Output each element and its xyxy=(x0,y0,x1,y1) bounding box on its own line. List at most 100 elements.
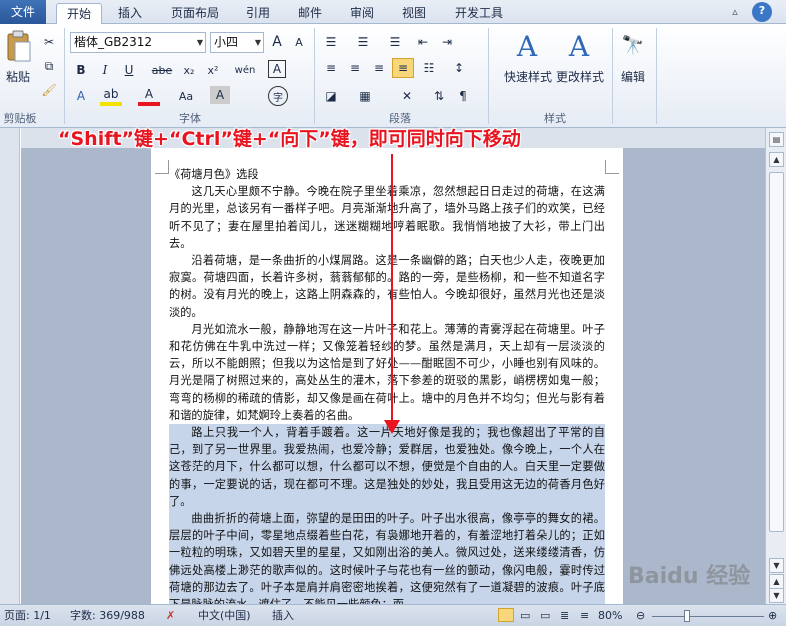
font-size-combo[interactable]: 小四 ▼ xyxy=(210,32,264,53)
change-case-button[interactable]: Aa xyxy=(172,86,200,106)
font-name-value: 楷体_GB2312 xyxy=(74,35,153,49)
distributed-icon[interactable]: ☷ xyxy=(418,58,440,78)
editing-button[interactable]: 编辑 xyxy=(612,68,654,85)
strikethrough-button[interactable]: abe xyxy=(148,60,176,80)
divider xyxy=(656,28,657,124)
underline-button[interactable]: U xyxy=(118,60,140,80)
quick-styles-button[interactable]: 快速样式 xyxy=(500,68,556,85)
cut-icon[interactable]: ✂ xyxy=(38,32,60,52)
zoom-slider-thumb[interactable] xyxy=(684,610,690,622)
borders-icon[interactable]: ▦ xyxy=(354,86,376,106)
paste-icon[interactable] xyxy=(6,30,32,64)
zoom-in-icon[interactable]: ⊕ xyxy=(768,608,777,624)
selected-paragraph: 路上只我一个人，背着手踱着。这一片天地好像是我的；我也像超出了平常的自己，到了另… xyxy=(169,424,605,511)
vertical-scrollbar[interactable]: ▤ ▲ ▼ ▲ ▼ xyxy=(765,128,786,604)
shading-icon[interactable]: ◪ xyxy=(320,86,342,106)
copy-icon[interactable]: ⧉ xyxy=(38,56,60,76)
chevron-down-icon[interactable]: ▼ xyxy=(197,33,203,52)
font-color-icon[interactable]: A xyxy=(138,86,160,106)
divider xyxy=(314,28,315,124)
full-screen-icon[interactable]: ▭ xyxy=(520,608,530,624)
document-title: 《荷塘月色》选段 xyxy=(169,168,259,181)
italic-button[interactable]: I xyxy=(94,60,116,80)
font-name-combo[interactable]: 楷体_GB2312 ▼ xyxy=(70,32,206,53)
outline-icon[interactable]: ≣ xyxy=(560,608,569,624)
tab-references[interactable]: 引用 xyxy=(240,3,276,24)
align-center-icon[interactable]: ≡ xyxy=(344,58,366,78)
next-page-icon[interactable]: ▼ xyxy=(769,588,784,603)
paste-button[interactable]: 粘贴 xyxy=(2,68,34,85)
justify-icon[interactable]: ≡ xyxy=(392,58,414,78)
selected-paragraph: 曲曲折折的荷塘上面，弥望的是田田的叶子。叶子出水很高，像亭亭的舞女的裙。层层的叶… xyxy=(169,510,605,614)
watermark-logo: Baidu 经验 xyxy=(628,564,751,589)
scroll-thumb[interactable] xyxy=(769,172,784,532)
binoculars-icon[interactable]: 🔭 xyxy=(618,30,648,60)
format-painter-icon[interactable]: 🖌 xyxy=(38,80,60,100)
increase-indent-icon[interactable]: ⇥ xyxy=(436,32,458,52)
document-area: 《荷塘月色》选段 这几天心里颇不宁静。今晚在院子里坐着乘凉，忽然想起日日走过的荷… xyxy=(21,128,765,614)
align-left-icon[interactable]: ≡ xyxy=(320,58,342,78)
tab-review[interactable]: 审阅 xyxy=(344,3,380,24)
quick-styles-icon[interactable]: A xyxy=(510,30,544,63)
tab-view[interactable]: 视图 xyxy=(396,3,432,24)
page-count[interactable]: 页面: 1/1 xyxy=(4,608,51,624)
document-body[interactable]: 《荷塘月色》选段 这几天心里颇不宁静。今晚在院子里坐着乘凉，忽然想起日日走过的荷… xyxy=(169,166,605,614)
language[interactable]: 中文(中国) xyxy=(198,608,251,624)
annotation-arrow xyxy=(391,154,393,424)
draft-icon[interactable]: ≡ xyxy=(580,608,589,624)
enclose-char-button[interactable]: 字 xyxy=(268,86,288,106)
grow-font-button[interactable]: A xyxy=(266,32,288,52)
margin-corner-mark xyxy=(605,160,619,174)
bullets-icon[interactable]: ☰ xyxy=(320,32,342,52)
line-spacing-icon[interactable]: ↕ xyxy=(448,58,470,78)
align-right-icon[interactable]: ≡ xyxy=(368,58,390,78)
document-page[interactable]: 《荷塘月色》选段 这几天心里颇不宁静。今晚在院子里坐着乘凉，忽然想起日日走过的荷… xyxy=(151,148,623,614)
show-marks-icon[interactable]: ¶ xyxy=(452,86,474,106)
decrease-indent-icon[interactable]: ⇤ xyxy=(412,32,434,52)
ruler-toggle-icon[interactable]: ▤ xyxy=(769,132,784,147)
multilevel-list-icon[interactable]: ☰ xyxy=(384,32,406,52)
proofing-icon[interactable]: ✗ xyxy=(166,608,175,624)
tab-home[interactable]: 开始 xyxy=(56,3,102,25)
paragraph: 月光如流水一般，静静地泻在这一片叶子和花上。薄薄的青雾浮起在荷塘里。叶子和花仿佛… xyxy=(169,322,605,422)
insert-mode[interactable]: 插入 xyxy=(272,608,294,624)
web-layout-icon[interactable]: ▭ xyxy=(540,608,550,624)
tab-page-layout[interactable]: 页面布局 xyxy=(166,3,224,24)
zoom-out-icon[interactable]: ⊖ xyxy=(636,608,645,624)
status-bar: 页面: 1/1 字数: 369/988 ✗ 中文(中国) 插入 ▭ ▭ ≣ ≡ … xyxy=(0,604,786,626)
arrow-down-icon xyxy=(384,420,400,434)
minimize-ribbon-icon[interactable]: ▵ xyxy=(726,3,744,21)
shrink-font-button[interactable]: A xyxy=(288,32,310,52)
chevron-down-icon[interactable]: ▼ xyxy=(255,33,261,52)
zoom-slider[interactable] xyxy=(652,616,764,617)
tab-file[interactable]: 文件 xyxy=(0,0,46,24)
paragraph: 这几天心里颇不宁静。今晚在院子里坐着乘凉，忽然想起日日走过的荷塘，在这满月的光里… xyxy=(169,185,605,250)
divider xyxy=(64,28,65,124)
wen-icon[interactable]: wén xyxy=(234,60,256,80)
subscript-button[interactable]: x₂ xyxy=(178,60,200,80)
sort-icon[interactable]: ⇅ xyxy=(428,86,450,106)
tab-mailings[interactable]: 邮件 xyxy=(292,3,328,24)
bold-button[interactable]: B xyxy=(70,60,92,80)
numbering-icon[interactable]: ☰ xyxy=(352,32,374,52)
print-layout-icon[interactable] xyxy=(498,608,514,622)
prev-page-icon[interactable]: ▲ xyxy=(769,574,784,589)
chinese-layout-icon[interactable]: ✕ xyxy=(396,86,418,106)
tab-insert[interactable]: 插入 xyxy=(112,3,148,24)
superscript-button[interactable]: x² xyxy=(202,60,224,80)
char-shading-button[interactable]: A xyxy=(210,86,230,104)
word-count[interactable]: 字数: 369/988 xyxy=(70,608,145,624)
group-label-clipboard: 剪贴板 xyxy=(3,112,37,125)
text-effects-icon[interactable]: A xyxy=(70,86,92,106)
highlight-icon[interactable]: ab xyxy=(100,86,122,106)
change-styles-button[interactable]: 更改样式 xyxy=(552,68,608,85)
scroll-down-icon[interactable]: ▼ xyxy=(769,558,784,573)
annotation-caption: “Shift”键+“Ctrl”键+“向下”键，即可同时向下移动 xyxy=(58,128,521,150)
char-border-button[interactable]: A xyxy=(268,60,286,78)
tab-developer[interactable]: 开发工具 xyxy=(448,3,510,24)
change-styles-icon[interactable]: A xyxy=(562,30,596,63)
ribbon-tab-bar: 文件 开始 插入 页面布局 引用 邮件 审阅 视图 开发工具 ▵ ? xyxy=(0,0,786,25)
scroll-up-icon[interactable]: ▲ xyxy=(769,152,784,167)
help-icon[interactable]: ? xyxy=(752,2,772,22)
zoom-level[interactable]: 80% xyxy=(598,608,622,624)
